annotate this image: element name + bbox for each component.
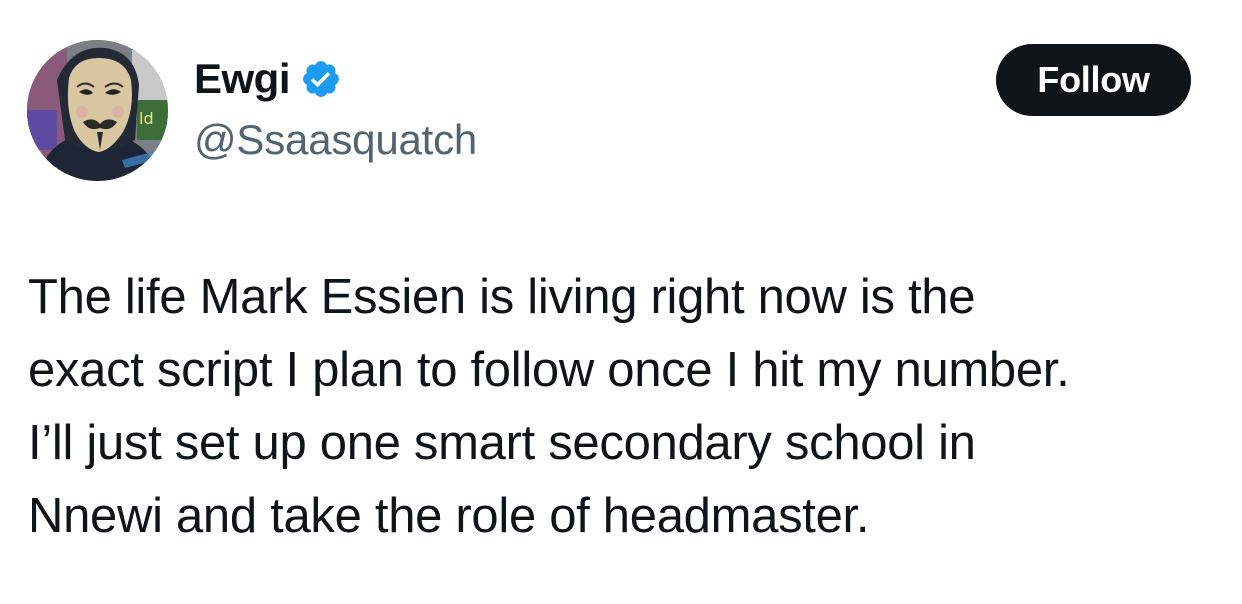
guy-fawkes-mask-avatar: ld [27,40,168,181]
verified-badge-icon [300,58,342,100]
tweet-card: ld Ewgi @Ssaasquatch Follow The life Mar… [0,0,1242,604]
tweet-text-line: I’ll just set up one smart secondary sch… [28,416,976,470]
author-handle[interactable]: @Ssaasquatch [194,113,477,167]
tweet-text: The life Mark Essien is living right now… [28,261,1218,553]
tweet-text-line: Nnewi and take the role of headmaster. [28,489,870,543]
tweet-text-line: exact script I plan to follow once I hit… [28,343,1070,397]
svg-text:ld: ld [139,109,154,128]
author-display-name[interactable]: Ewgi [194,52,291,106]
avatar[interactable]: ld [27,40,168,181]
tweet-text-line: The life Mark Essien is living right now… [28,270,976,324]
follow-button[interactable]: Follow [996,44,1191,116]
author-name-row: Ewgi [194,52,342,106]
